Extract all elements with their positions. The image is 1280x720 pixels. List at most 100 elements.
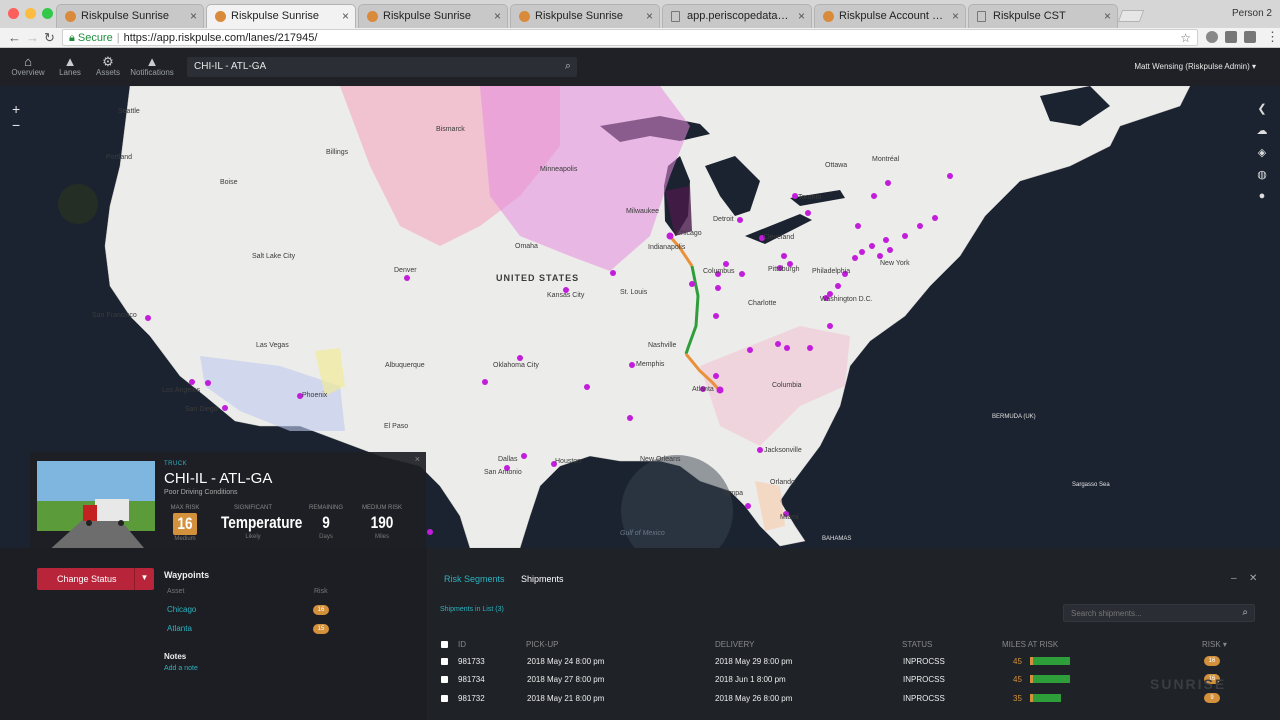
location-pin-icon[interactable]: ● xyxy=(1254,190,1270,208)
nav-overview[interactable]: ⌂ Overview xyxy=(6,54,50,77)
col-risk[interactable]: RISK ▾ xyxy=(1202,640,1227,649)
map-label: Minneapolis xyxy=(540,166,578,173)
minimize-panel-icon[interactable]: – xyxy=(1231,573,1237,584)
nav-notifications[interactable]: ▲ Notifications xyxy=(130,54,174,77)
cell-status: INPROCSS xyxy=(903,657,945,666)
bottom-panel: Change Status ▼ Waypoints Asset Risk Chi… xyxy=(0,548,1280,720)
map-label: Detroit xyxy=(713,216,734,223)
reload-icon[interactable]: ↻ xyxy=(44,30,55,46)
user-menu[interactable]: Matt Wensing (Riskpulse Admin) ▾ xyxy=(1134,62,1256,71)
row-checkbox[interactable] xyxy=(441,676,448,683)
app-header: ⌂ Overview ▲ Lanes ⚙ Assets ▲ Notificati… xyxy=(0,48,1280,86)
cell-delivery: 2018 Jun 1 8:00 pm xyxy=(715,675,786,684)
browser-tab[interactable]: Riskpulse CST × xyxy=(968,4,1118,28)
col-miles[interactable]: MILES AT RISK xyxy=(1002,640,1058,649)
col-pickup[interactable]: PICK-UP xyxy=(526,640,558,649)
close-card-icon[interactable]: × xyxy=(415,454,420,464)
row-checkbox[interactable] xyxy=(441,658,448,665)
nav-label: Overview xyxy=(11,68,45,77)
layers-icon[interactable]: ◈ xyxy=(1254,146,1270,164)
waypoint-link[interactable]: Atlanta xyxy=(167,624,192,633)
stat-foot: Days xyxy=(319,534,333,540)
tab-close-icon[interactable]: × xyxy=(798,9,805,23)
waypoint-link[interactable]: Chicago xyxy=(167,605,196,614)
zoom-window-icon[interactable] xyxy=(42,8,53,19)
tab-close-icon[interactable]: × xyxy=(1104,9,1111,23)
tab-close-icon[interactable]: × xyxy=(646,9,653,23)
map-label: Bismarck xyxy=(436,126,465,133)
map-label: Toronto xyxy=(798,194,822,201)
shipments-count: Shipments in List (3) xyxy=(440,606,504,613)
map-label-territory: BERMUDA (UK) xyxy=(992,414,1036,420)
tab-close-icon[interactable]: × xyxy=(952,9,959,23)
browser-tab[interactable]: Riskpulse Account Management × xyxy=(814,4,966,28)
change-status-button[interactable]: Change Status ▼ xyxy=(37,568,154,590)
stat-value: 9 xyxy=(322,513,330,532)
back-arrow-icon[interactable]: ← xyxy=(8,30,21,45)
tab-shipments[interactable]: Shipments xyxy=(521,574,564,584)
globe-icon[interactable]: ◍ xyxy=(1254,168,1270,186)
extension-icon[interactable] xyxy=(1206,31,1218,43)
browser-tab[interactable]: Riskpulse Sunrise × xyxy=(358,4,508,28)
col-status[interactable]: STATUS xyxy=(902,640,932,649)
marker-atlanta[interactable] xyxy=(716,386,724,394)
chevron-down-icon[interactable]: ▼ xyxy=(134,568,154,590)
map-label: San Francisco xyxy=(92,312,137,319)
add-note-link[interactable]: Add a note xyxy=(164,665,198,672)
cell-id: 981734 xyxy=(458,675,485,684)
row-checkbox[interactable] xyxy=(441,695,448,702)
zoom-in-button[interactable]: + xyxy=(12,102,20,116)
max-risk-badge: 16 xyxy=(172,513,198,535)
location-halo xyxy=(58,184,98,224)
select-all-checkbox[interactable] xyxy=(441,641,448,648)
browser-tab[interactable]: Riskpulse Sunrise × xyxy=(56,4,204,28)
secure-label: Secure xyxy=(77,32,113,44)
search-icon[interactable]: ⌕ xyxy=(565,60,571,73)
extension-icon[interactable] xyxy=(1244,31,1256,43)
tab-risk-segments[interactable]: Risk Segments xyxy=(444,574,505,584)
collapse-left-icon[interactable]: ❮ xyxy=(1254,102,1270,120)
browser-tab[interactable]: Riskpulse Sunrise × xyxy=(510,4,660,28)
map-label: New Orleans xyxy=(640,456,681,463)
tab-close-icon[interactable]: × xyxy=(494,9,501,23)
cell-miles: 45 xyxy=(1013,657,1022,666)
url-bar[interactable]: 🔒︎ Secure | https://app.riskpulse.com/lanes… xyxy=(62,29,1198,46)
browser-tab-active[interactable]: Riskpulse Sunrise × xyxy=(206,4,356,28)
col-id[interactable]: ID xyxy=(458,640,466,649)
stat-foot: Miles xyxy=(374,534,389,540)
lane-search-value: CHI-IL - ATL-GA xyxy=(194,61,267,72)
lane-search-input[interactable]: CHI-IL - ATL-GA ⌕ xyxy=(187,57,577,77)
waypoints-col-risk: Risk xyxy=(314,588,328,595)
map-label: Albuquerque xyxy=(385,362,425,369)
marker-chicago[interactable] xyxy=(666,232,674,240)
extension-icon[interactable] xyxy=(1225,31,1237,43)
forward-arrow-icon[interactable]: → xyxy=(26,30,39,45)
col-delivery[interactable]: DELIVERY xyxy=(715,640,754,649)
close-panel-icon[interactable]: ✕ xyxy=(1249,573,1257,584)
close-window-icon[interactable] xyxy=(8,8,19,19)
zoom-out-button[interactable]: − xyxy=(12,118,20,132)
search-icon[interactable]: ⌕ xyxy=(1242,607,1248,618)
browser-tab[interactable]: app.periscopedata.com × xyxy=(662,4,812,28)
map-label: Tampa xyxy=(722,490,744,497)
tab-close-icon[interactable]: × xyxy=(190,9,197,23)
tab-close-icon[interactable]: × xyxy=(342,9,349,23)
shipment-search-input[interactable]: Search shipments... ⌕ xyxy=(1063,604,1255,622)
minimize-window-icon[interactable] xyxy=(25,8,36,19)
gear-icon: ⚙ xyxy=(102,54,114,69)
new-tab-button[interactable] xyxy=(1117,10,1145,22)
cloud-layer-icon[interactable]: ☁ xyxy=(1254,124,1270,142)
nav-label: Notifications xyxy=(130,68,174,77)
map-label: Chicago xyxy=(676,230,702,237)
stat-label: SIGNIFICANT xyxy=(233,505,272,511)
browser-menu-icon[interactable]: ⋮ xyxy=(1266,29,1279,45)
tab-label: Riskpulse Sunrise xyxy=(383,10,472,22)
riskpulse-favicon-icon xyxy=(519,11,530,22)
bookmark-star-icon[interactable]: ☆ xyxy=(1180,31,1191,45)
nav-assets[interactable]: ⚙ Assets xyxy=(86,54,130,77)
stat-foot: Medium xyxy=(174,536,196,542)
profile-button[interactable]: Person 2 xyxy=(1232,8,1272,19)
stat-value: Temperature xyxy=(221,513,303,532)
map-label: Jacksonville xyxy=(764,447,802,454)
document-favicon-icon xyxy=(977,11,986,22)
